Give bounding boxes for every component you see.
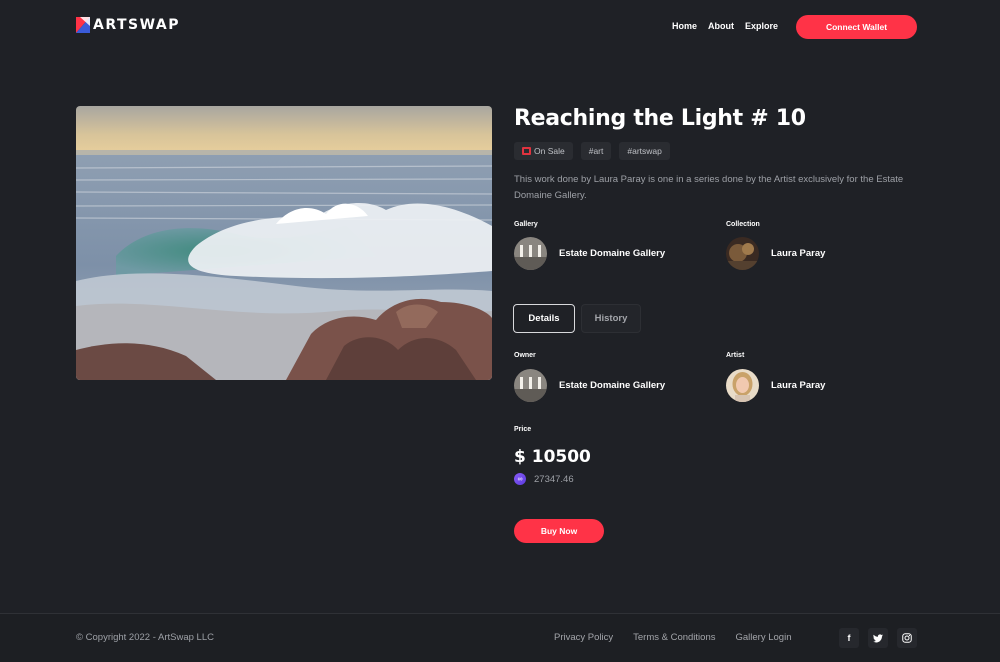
gallery-entity[interactable]: Estate Domaine Gallery — [514, 237, 665, 270]
polygon-icon: ∞ — [514, 473, 526, 485]
artist-label: Artist — [726, 352, 745, 359]
footer-links: Privacy Policy Terms & Conditions Galler… — [554, 632, 791, 643]
copyright-text: © Copyright 2022 - ArtSwap LLC — [76, 632, 214, 643]
gallery-label: Gallery — [514, 221, 538, 228]
connect-wallet-button[interactable]: Connect Wallet — [796, 15, 917, 39]
gallery-avatar — [514, 237, 547, 270]
tab-history[interactable]: History — [581, 304, 641, 333]
social-links: f — [839, 628, 917, 648]
price-value: $ 10500 — [514, 447, 591, 467]
terms-link[interactable]: Terms & Conditions — [633, 632, 715, 643]
artwork-description: This work done by Laura Paray is one in … — [514, 174, 904, 201]
collection-label: Collection — [726, 221, 760, 228]
owner-entity[interactable]: Estate Domaine Gallery — [514, 369, 665, 402]
price-label: Price — [514, 426, 532, 433]
collection-name: Laura Paray — [771, 248, 826, 259]
tag-label: On Sale — [534, 146, 565, 156]
twitter-icon[interactable] — [868, 628, 888, 648]
owner-avatar — [514, 369, 547, 402]
tag-label: #art — [588, 146, 604, 156]
main-nav: Home About Explore — [672, 21, 778, 31]
privacy-policy-link[interactable]: Privacy Policy — [554, 632, 613, 643]
tag-artswap[interactable]: #artswap — [619, 142, 670, 160]
site-footer: © Copyright 2022 - ArtSwap LLC Privacy P… — [0, 613, 1000, 662]
collection-entity[interactable]: Laura Paray — [726, 237, 825, 270]
artswap-logo[interactable]: ARTSWAP — [76, 16, 180, 34]
tag-on-sale[interactable]: On Sale — [514, 142, 573, 160]
gallery-login-link[interactable]: Gallery Login — [736, 632, 792, 643]
tag-art[interactable]: #art — [580, 142, 612, 160]
artwork-image — [76, 106, 492, 380]
buy-now-button[interactable]: Buy Now — [514, 519, 604, 543]
detail-tabs: Details History — [513, 304, 641, 333]
site-header: ARTSWAP Home About Explore Connect Walle… — [0, 0, 1000, 56]
tag-label: #artswap — [627, 146, 662, 156]
gallery-name: Estate Domaine Gallery — [559, 248, 666, 259]
owner-label: Owner — [514, 352, 536, 359]
artist-avatar — [726, 369, 759, 402]
tab-details[interactable]: Details — [513, 304, 575, 333]
tag-list: On Sale #art #artswap — [514, 142, 670, 160]
collection-avatar — [726, 237, 759, 270]
artwork-title: Reaching the Light # 10 — [514, 106, 806, 131]
nav-home[interactable]: Home — [672, 21, 697, 31]
crypto-price: ∞ 27347.46 — [514, 473, 574, 485]
image-icon — [522, 147, 531, 155]
artist-entity[interactable]: Laura Paray — [726, 369, 825, 402]
facebook-icon[interactable]: f — [839, 628, 859, 648]
owner-name: Estate Domaine Gallery — [559, 380, 666, 391]
logo-mark-icon — [76, 17, 90, 33]
instagram-icon[interactable] — [897, 628, 917, 648]
brand-name: ARTSWAP — [93, 17, 181, 33]
artist-name: Laura Paray — [771, 380, 826, 391]
nav-about[interactable]: About — [708, 21, 734, 31]
crypto-value: 27347.46 — [534, 473, 574, 485]
nav-explore[interactable]: Explore — [745, 21, 778, 31]
